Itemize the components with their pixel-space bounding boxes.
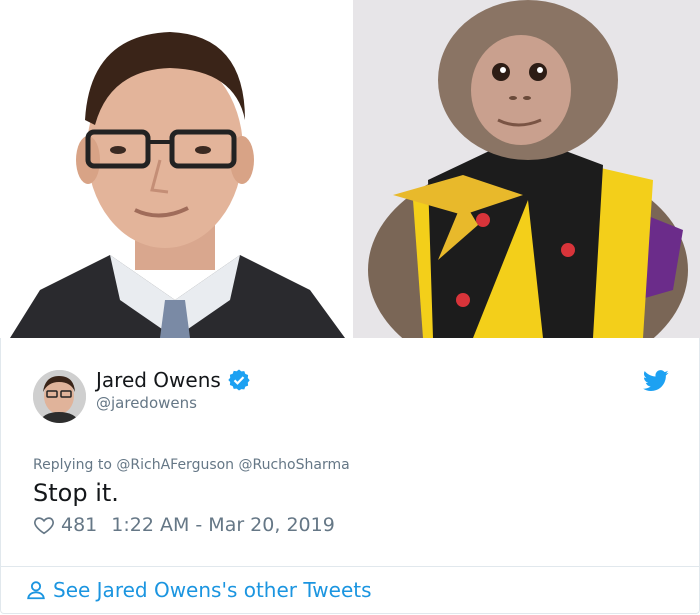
display-name[interactable]: Jared Owens <box>96 368 221 392</box>
person-icon <box>25 579 47 601</box>
like-count[interactable]: 481 <box>61 514 97 536</box>
replying-to: Replying to @RichAFerguson @RuchoSharma <box>33 457 350 473</box>
user-handle[interactable]: @jaredowens <box>96 394 197 412</box>
tweet-media <box>0 0 700 338</box>
tweet-meta: 481 1:22 AM - Mar 20, 2019 <box>33 514 335 536</box>
mention-link[interactable]: @RichAFerguson <box>116 457 234 473</box>
verified-badge-icon <box>227 368 251 392</box>
tweet-text: Stop it. <box>33 479 119 507</box>
display-name-row[interactable]: Jared Owens <box>96 368 251 392</box>
see-other-tweets-label[interactable]: See Jared Owens's other Tweets <box>53 578 372 602</box>
timestamp[interactable]: 1:22 AM - Mar 20, 2019 <box>111 514 335 536</box>
see-other-tweets-link[interactable]: See Jared Owens's other Tweets <box>25 578 372 602</box>
avatar[interactable] <box>33 370 86 423</box>
divider <box>1 566 699 567</box>
twitter-bird-icon[interactable] <box>643 370 669 392</box>
photo-man[interactable] <box>0 0 349 338</box>
heart-icon[interactable] <box>33 514 55 536</box>
replying-prefix: Replying to <box>33 457 112 473</box>
tweet-card: Jared Owens @jaredowens Replying to @Ric… <box>0 338 700 614</box>
photo-monkey[interactable] <box>353 0 700 338</box>
mention-link[interactable]: @RuchoSharma <box>239 457 350 473</box>
